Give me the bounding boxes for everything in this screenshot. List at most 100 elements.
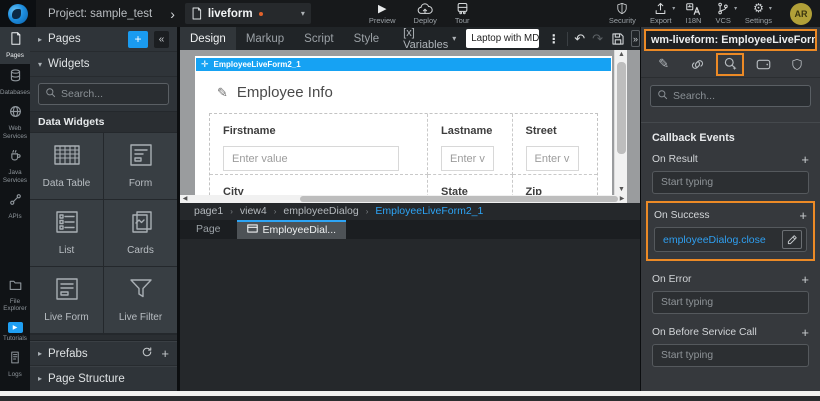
widget-form[interactable]: Form bbox=[104, 133, 177, 199]
on-success-handler-link[interactable]: employeeDialog.close bbox=[663, 234, 777, 246]
rail-item-java-services[interactable]: Java Services bbox=[0, 144, 30, 188]
tour-button[interactable]: Tour bbox=[455, 3, 470, 25]
field-input[interactable] bbox=[441, 146, 494, 171]
form-field-street[interactable]: Street bbox=[513, 114, 598, 175]
selected-widget-bar[interactable]: ✛ EmployeeLiveForm2_1 bbox=[196, 58, 611, 71]
breadcrumb: page1 › view4 › employeeDialog › Employe… bbox=[180, 203, 640, 220]
widget-cards[interactable]: Cards bbox=[104, 200, 177, 266]
scrollbar-thumb[interactable] bbox=[300, 196, 618, 202]
form-field-firstname[interactable]: Firstname bbox=[210, 114, 428, 175]
breadcrumb-page1[interactable]: page1 bbox=[194, 205, 223, 217]
widget-search-box[interactable] bbox=[38, 83, 169, 105]
editor-toolbar: Design Markup Script Style [x] Variables… bbox=[180, 27, 640, 50]
scroll-right-icon[interactable]: ▶ bbox=[617, 195, 627, 203]
kebab-menu-icon[interactable]: ⋮ bbox=[548, 32, 560, 46]
translate-icon bbox=[686, 3, 701, 15]
form-icon bbox=[127, 143, 155, 172]
variables-button[interactable]: [x] Variables ▾ bbox=[403, 27, 456, 51]
vertical-scrollbar[interactable]: ▲ ▼ bbox=[614, 50, 627, 195]
tab-style[interactable]: Style bbox=[344, 27, 390, 50]
cloud-upload-icon bbox=[417, 3, 433, 15]
horizontal-scrollbar[interactable]: ◀ ▶ bbox=[180, 195, 627, 203]
top-bar: Project: sample_test › liveform ▾ ▶ Prev… bbox=[0, 0, 820, 27]
rail-item-logs[interactable]: Logs bbox=[0, 346, 30, 383]
rail-item-pages[interactable]: Pages bbox=[0, 27, 30, 64]
collapse-panel-button[interactable]: « bbox=[154, 31, 169, 48]
expand-toolbar-button[interactable]: » bbox=[631, 30, 640, 47]
globe-icon bbox=[9, 105, 22, 123]
rail-item-file-explorer[interactable]: File Explorer bbox=[0, 273, 30, 317]
pages-section-row[interactable]: ▸ Pages + « bbox=[30, 27, 177, 52]
on-success-value-row: employeeDialog.close bbox=[654, 227, 807, 252]
widget-live-filter[interactable]: Live Filter bbox=[104, 267, 177, 333]
rail-item-web-services[interactable]: Web Services bbox=[0, 100, 30, 144]
top-tools: Security ▾ Export I18N ▾ VCS ⚙ bbox=[609, 3, 820, 25]
vcs-button[interactable]: ▾ VCS bbox=[715, 3, 730, 25]
user-avatar[interactable]: AR bbox=[790, 3, 812, 25]
widget-data-table[interactable]: Data Table bbox=[30, 133, 103, 199]
undo-button[interactable]: ↶ bbox=[574, 31, 585, 47]
prefabs-row[interactable]: ▸ Prefabs + bbox=[30, 341, 177, 366]
deploy-button[interactable]: Deploy bbox=[414, 3, 437, 25]
edit-handler-button[interactable] bbox=[782, 230, 802, 249]
refresh-icon[interactable] bbox=[141, 345, 153, 363]
breadcrumb-view4[interactable]: view4 bbox=[240, 205, 267, 217]
form-field-zip[interactable]: Zip bbox=[513, 175, 598, 195]
app-logo[interactable] bbox=[0, 0, 36, 27]
i18n-button[interactable]: I18N bbox=[686, 3, 702, 25]
export-button[interactable]: ▾ Export bbox=[650, 3, 672, 25]
settings-button[interactable]: ⚙ ▾ Settings bbox=[745, 3, 772, 25]
widget-search-input[interactable] bbox=[61, 88, 162, 100]
rail-item-databases[interactable]: Databases bbox=[0, 64, 30, 101]
add-handler-button[interactable]: + bbox=[801, 152, 809, 167]
on-result-input[interactable] bbox=[652, 171, 809, 194]
widgets-section-row[interactable]: ▾ Widgets bbox=[30, 52, 177, 77]
device-select[interactable]: Laptop with MDPI Screen ▾ bbox=[466, 29, 539, 48]
security-button[interactable]: Security bbox=[609, 3, 636, 25]
on-before-service-call-input[interactable] bbox=[652, 344, 809, 367]
events-tab-icon[interactable] bbox=[716, 53, 744, 76]
tab-design[interactable]: Design bbox=[180, 27, 236, 50]
device-tab-icon[interactable] bbox=[750, 53, 778, 76]
tab-script[interactable]: Script bbox=[294, 27, 343, 50]
scroll-down-icon[interactable]: ▼ bbox=[615, 185, 628, 195]
add-prefab-button[interactable]: + bbox=[161, 346, 169, 361]
scroll-left-icon[interactable]: ◀ bbox=[180, 195, 190, 203]
tab-page[interactable]: Page bbox=[180, 220, 237, 239]
add-handler-button[interactable]: + bbox=[799, 208, 807, 223]
form-field-state[interactable]: State bbox=[428, 175, 513, 195]
tab-markup[interactable]: Markup bbox=[236, 27, 294, 50]
page-selector-dropdown[interactable]: liveform ▾ bbox=[185, 3, 311, 24]
form-field-lastname[interactable]: Lastname bbox=[428, 114, 513, 175]
field-input[interactable] bbox=[223, 146, 399, 171]
add-handler-button[interactable]: + bbox=[801, 272, 809, 287]
design-canvas[interactable]: ✛ EmployeeLiveForm2_1 ✎ Employee Info Fi… bbox=[180, 50, 640, 203]
tab-employee-dialog[interactable]: EmployeeDial... bbox=[237, 220, 347, 239]
rail-item-tutorials[interactable]: ▶ Tutorials bbox=[0, 317, 30, 347]
preview-button[interactable]: ▶ Preview bbox=[369, 3, 396, 25]
security-tab-shield-icon[interactable] bbox=[783, 53, 811, 76]
widget-list-item[interactable]: List bbox=[30, 200, 103, 266]
breadcrumb-employeedialog[interactable]: employeeDialog bbox=[283, 205, 358, 217]
save-button[interactable] bbox=[611, 32, 625, 46]
redo-button[interactable]: ↷ bbox=[592, 31, 603, 47]
form-title-row[interactable]: ✎ Employee Info bbox=[217, 84, 612, 101]
inspector-search-box[interactable] bbox=[650, 85, 811, 107]
event-on-result: On Result + bbox=[652, 148, 809, 201]
search-icon bbox=[45, 85, 56, 103]
rail-item-apis[interactable]: APIs bbox=[0, 188, 30, 225]
inspector-search-input[interactable] bbox=[673, 90, 804, 102]
pencil-icon: ✎ bbox=[217, 85, 228, 101]
on-error-input[interactable] bbox=[652, 291, 809, 314]
add-page-button[interactable]: + bbox=[128, 31, 148, 48]
binding-tab-link-icon[interactable] bbox=[683, 53, 711, 76]
form-field-city[interactable]: City bbox=[210, 175, 428, 195]
scrollbar-thumb[interactable] bbox=[617, 62, 626, 154]
field-input[interactable] bbox=[526, 146, 580, 171]
widget-live-form[interactable]: Live Form bbox=[30, 267, 103, 333]
properties-tab-pencil-icon[interactable]: ✎ bbox=[650, 53, 678, 76]
page-structure-row[interactable]: ▸ Page Structure bbox=[30, 366, 177, 391]
breadcrumb-current[interactable]: EmployeeLiveForm2_1 bbox=[375, 205, 483, 217]
add-handler-button[interactable]: + bbox=[801, 325, 809, 340]
scroll-up-icon[interactable]: ▲ bbox=[615, 50, 628, 60]
